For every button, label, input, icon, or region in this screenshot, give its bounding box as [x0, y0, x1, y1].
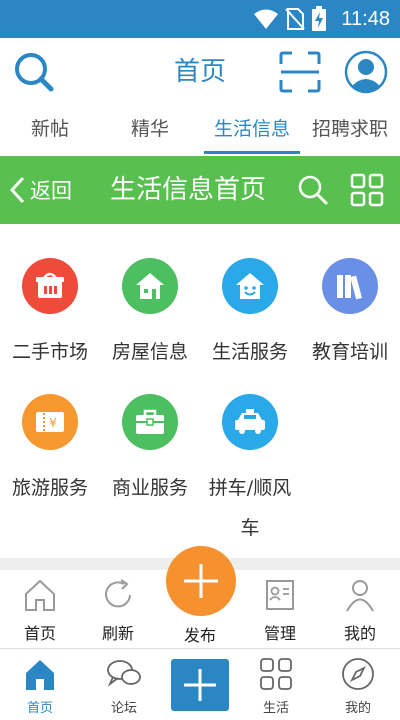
- action-home-button[interactable]: 首页: [0, 578, 80, 644]
- profile-card-icon: [266, 580, 294, 610]
- category-business[interactable]: 商业服务: [100, 394, 200, 508]
- bottom-nav: 首页 论坛 生活 我的: [0, 648, 400, 720]
- chevron-left-icon: [9, 176, 25, 204]
- clock: 11:48: [341, 7, 390, 30]
- publish-button[interactable]: [166, 546, 236, 616]
- status-icons: 11:48: [253, 0, 390, 38]
- manage-label: 管理: [263, 624, 296, 643]
- nav-mine[interactable]: 我的: [318, 657, 398, 716]
- nav-life-label: 生活: [262, 701, 289, 716]
- home-outline-icon: [25, 579, 55, 611]
- smile-house-icon: [222, 258, 278, 314]
- section-title: 生活信息首页: [110, 175, 267, 205]
- category-label: 旅游服务: [11, 477, 88, 499]
- category-grid: 二手市场 房屋信息 生活服务 教育培训 ¥ 旅游服务 商业服务 拼车/顺风 车: [0, 224, 400, 558]
- category-life-services[interactable]: 生活服务: [200, 258, 300, 372]
- category-label: 房屋信息: [111, 341, 188, 363]
- basket-icon: [22, 258, 78, 314]
- briefcase-icon: [122, 394, 178, 450]
- no-sim-icon: [285, 8, 306, 30]
- avatar-icon[interactable]: [344, 50, 388, 94]
- category-label: 二手市场: [11, 341, 88, 363]
- grid-icon: [260, 658, 292, 690]
- back-label: 返回: [30, 179, 72, 203]
- grid-icon[interactable]: [350, 173, 384, 207]
- category-label-line2: 车: [240, 517, 260, 539]
- category-education[interactable]: 教育培训: [300, 258, 400, 372]
- category-label: 拼车/顺风 车: [200, 468, 300, 548]
- action-mine-label: 我的: [343, 624, 376, 643]
- tab-jobs[interactable]: 招聘求职: [300, 106, 400, 156]
- nav-mine-label: 我的: [344, 701, 371, 716]
- manage-button[interactable]: 管理: [240, 578, 320, 644]
- center-publish-button[interactable]: [171, 659, 229, 711]
- nav-forum-label: 论坛: [110, 701, 137, 716]
- action-mine-button[interactable]: 我的: [320, 578, 400, 644]
- category-second-hand[interactable]: 二手市场: [0, 258, 100, 372]
- search-icon[interactable]: [296, 173, 330, 207]
- person-outline-icon: [346, 580, 374, 612]
- action-bar: 首页 刷新 发布 管理 我的: [0, 546, 400, 648]
- tab-bar: 新帖 精华 生活信息 招聘求职: [0, 106, 400, 156]
- scan-icon[interactable]: [278, 50, 322, 94]
- back-button[interactable]: 返回: [8, 156, 72, 224]
- nav-home-label: 首页: [26, 701, 53, 716]
- category-label: 教育培训: [311, 341, 388, 363]
- category-label: 商业服务: [111, 477, 188, 499]
- plus-icon: [184, 564, 218, 598]
- category-label-line1: 拼车/顺风: [208, 477, 292, 499]
- tab-new-posts[interactable]: 新帖: [0, 106, 100, 156]
- house-icon: [122, 258, 178, 314]
- compass-icon: [342, 658, 374, 690]
- category-housing[interactable]: 房屋信息: [100, 258, 200, 372]
- tab-life-info[interactable]: 生活信息: [204, 106, 300, 156]
- page-title: 首页: [173, 57, 226, 87]
- category-label: 生活服务: [211, 341, 288, 363]
- nav-life[interactable]: 生活: [236, 657, 316, 716]
- nav-forum[interactable]: 论坛: [84, 657, 164, 716]
- battery-charging-icon: [312, 6, 327, 31]
- refresh-button[interactable]: 刷新: [78, 578, 158, 644]
- refresh-label: 刷新: [101, 624, 134, 643]
- books-icon: [322, 258, 378, 314]
- taxi-icon: [222, 394, 278, 450]
- home-icon: [26, 660, 54, 690]
- publish-label: 发布: [183, 626, 216, 645]
- wifi-icon: [254, 9, 279, 29]
- category-travel[interactable]: ¥ 旅游服务: [0, 394, 100, 508]
- app-bar: 首页: [0, 38, 400, 106]
- section-header: 返回 生活信息首页: [0, 156, 400, 224]
- category-carpool[interactable]: 拼车/顺风 车: [200, 394, 300, 548]
- chat-icon: [107, 660, 141, 687]
- tab-featured[interactable]: 精华: [100, 106, 200, 156]
- svg-text:¥: ¥: [49, 416, 57, 430]
- plus-icon: [184, 669, 216, 701]
- action-home-label: 首页: [23, 624, 56, 643]
- refresh-icon: [105, 579, 131, 608]
- nav-home[interactable]: 首页: [0, 657, 80, 716]
- ticket-icon: ¥: [22, 394, 78, 450]
- status-bar: 11:48: [0, 0, 400, 38]
